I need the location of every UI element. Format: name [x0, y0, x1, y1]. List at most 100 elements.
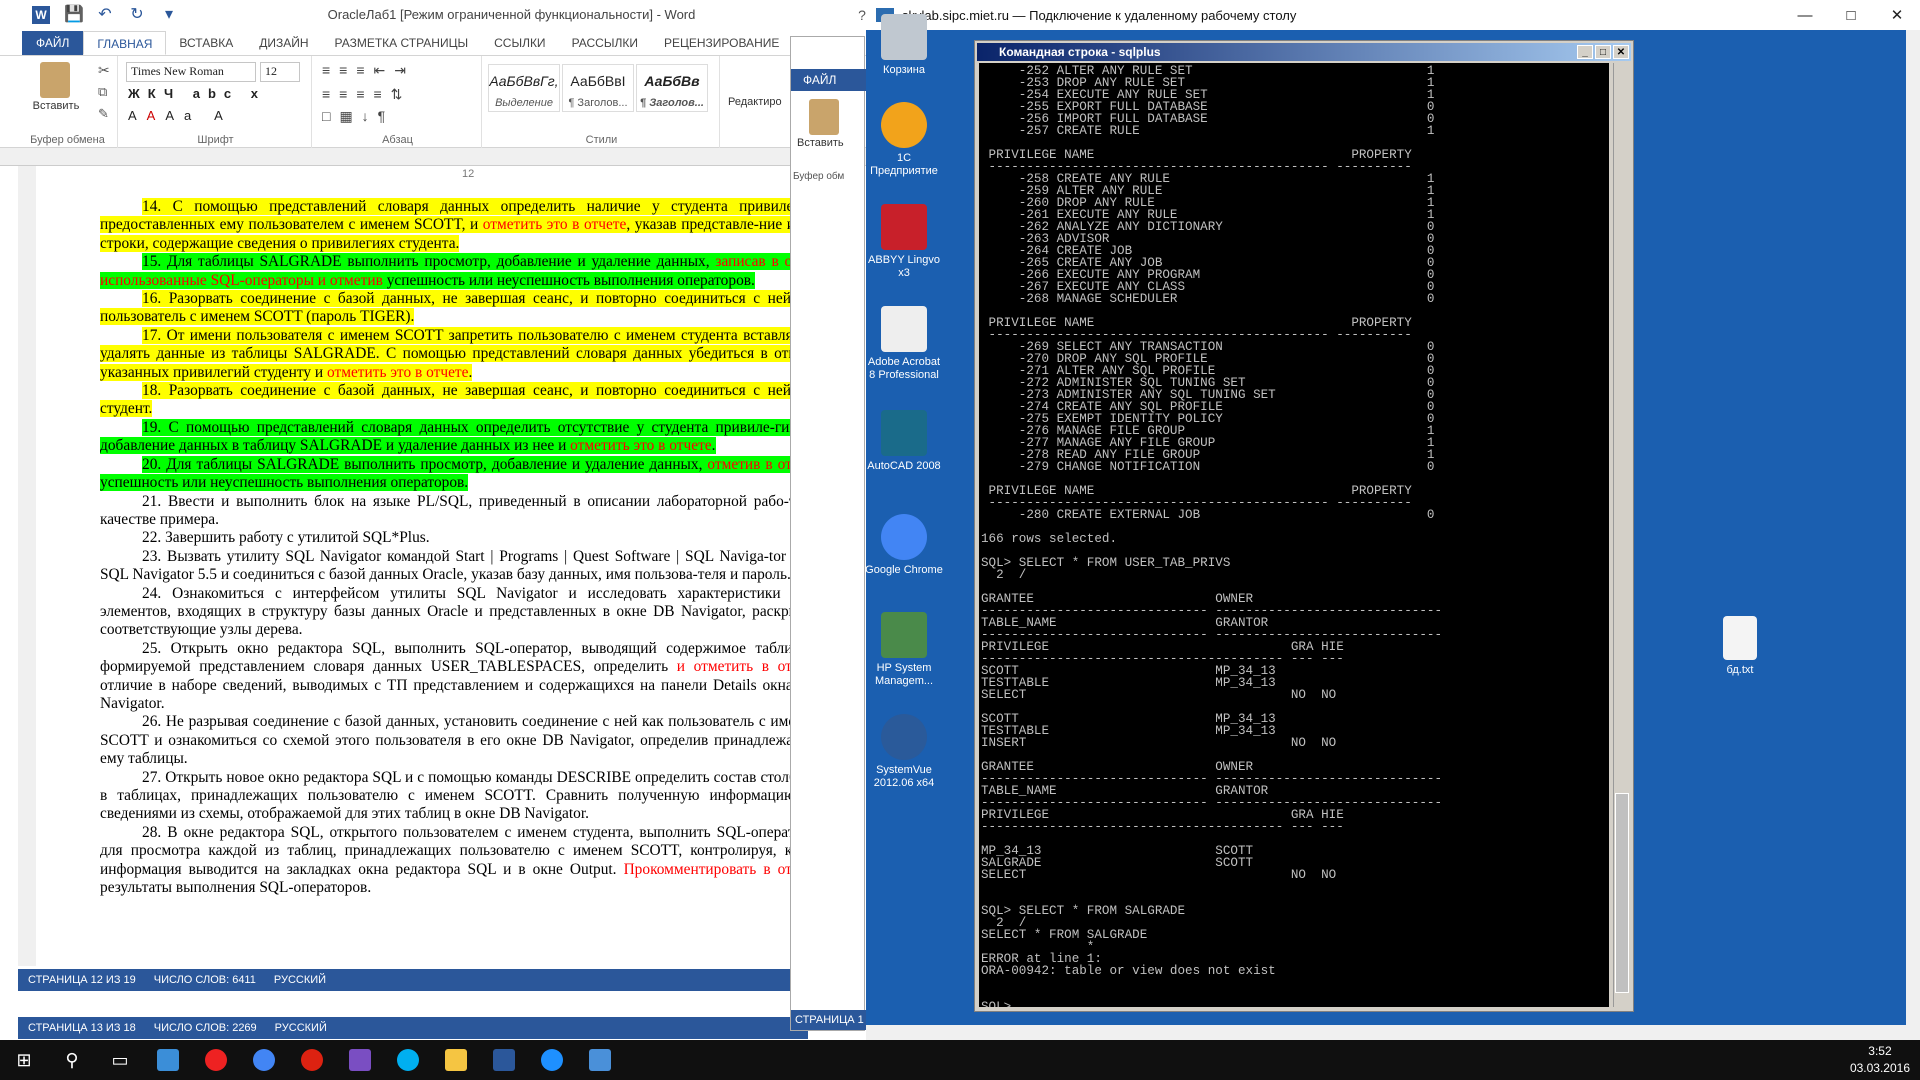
text-run: 16. Разорвать соединение с базой данных,… [100, 290, 806, 326]
chrome-icon [881, 514, 927, 560]
close-button[interactable]: ✕ [1613, 45, 1629, 59]
text-run: успешность или неуспешность выполнения о… [100, 474, 469, 492]
console-text: -252 ALTER ANY RULE SET 1 -253 DROP ANY … [981, 64, 1443, 1007]
desktop-icon[interactable]: Adobe Acrobat 8 Professional [864, 306, 944, 382]
desktop-icon[interactable]: SystemVue 2012.06 x64 [864, 714, 944, 790]
tab-review[interactable]: РЕЦЕНЗИРОВАНИЕ [651, 31, 792, 55]
document-body[interactable]: 14. С помощью представлений словаря данн… [100, 198, 806, 897]
style-heading1[interactable]: АаБбВвI ¶ Заголов... [562, 64, 634, 112]
tab-file-2[interactable]: ФАЙЛ [791, 69, 866, 91]
align-buttons[interactable]: ≡≡≡≡⇅ [322, 86, 411, 103]
tab-home[interactable]: ГЛАВНАЯ [83, 31, 167, 55]
opera-icon[interactable] [288, 1040, 336, 1080]
font-format-buttons[interactable]: ЖКЧ abc x [128, 86, 266, 101]
visual-studio-icon[interactable] [336, 1040, 384, 1080]
scrollbar-thumb[interactable] [1615, 793, 1629, 993]
desktop-file-icon[interactable]: бд.txt [1700, 616, 1780, 677]
desktop-icon[interactable]: ABBYY Lingvo x3 [864, 204, 944, 280]
desktop-icon[interactable]: AutoCAD 2008 [864, 410, 944, 473]
cmd-titlebar: Командная строка - sqlplus _ □ ✕ [977, 43, 1631, 61]
desktop-icon[interactable]: HP System Managem... [864, 612, 944, 688]
font-size-select[interactable]: 12 [260, 62, 300, 82]
tab-mailings[interactable]: РАССЫЛКИ [559, 31, 651, 55]
remote-desktop-window: skylab.sipc.miet.ru — Подключение к удал… [864, 0, 1920, 1040]
style-name: ¶ Заголов... [640, 97, 704, 109]
copy-icon[interactable]: ⧉ [98, 84, 107, 100]
tab-insert[interactable]: ВСТАВКА [166, 31, 246, 55]
maximize-button[interactable]: □ [1595, 45, 1611, 59]
rdp-horizontal-scrollbar[interactable] [866, 1025, 1906, 1040]
styles-group: АаБбВвГг, Выделение АаБбВвI ¶ Заголов... А… [484, 56, 720, 148]
tab-layout[interactable]: РАЗМЕТКА СТРАНИЦЫ [322, 31, 482, 55]
cut-icon[interactable]: ✂ [98, 62, 110, 79]
word-window-2[interactable]: ФАЙЛ Вставить Буфер обм СТРАНИЦА 1 [790, 36, 866, 1031]
border-buttons[interactable]: □▦↓¶ [322, 108, 394, 125]
tab-design[interactable]: ДИЗАЙН [246, 31, 321, 55]
paragraph-group-label: Абзац [382, 134, 413, 146]
chrome-icon[interactable] [240, 1040, 288, 1080]
editing-button[interactable]: Редактиро [728, 96, 782, 108]
command-prompt-window[interactable]: Командная строка - sqlplus _ □ ✕ -252 AL… [974, 40, 1634, 1012]
text-run: 18. Разорвать соединение с базой данных,… [100, 382, 806, 418]
paragraph-20: 20. Для таблицы SALGRADE выполнить просм… [100, 455, 806, 493]
status-page[interactable]: СТРАНИЦА 12 ИЗ 19 [28, 974, 136, 986]
task-view-icon[interactable]: ▭ [96, 1040, 144, 1080]
paste-icon[interactable] [40, 62, 70, 98]
search-icon[interactable]: ⚲ [48, 1040, 96, 1080]
edge-icon[interactable] [528, 1040, 576, 1080]
remote-desktop-icon[interactable] [576, 1040, 624, 1080]
paragraph-27: 27. Открыть новое окно редактора SQL и с… [100, 768, 806, 823]
paragraph-14: 14. С помощью представлений словаря данн… [100, 198, 806, 253]
style-heading2[interactable]: АаБбВв ¶ Заголов... [636, 64, 708, 112]
console-output[interactable]: -252 ALTER ANY RULE SET 1 -253 DROP ANY … [979, 63, 1609, 1007]
status-page[interactable]: СТРАНИЦА 13 ИЗ 18 [28, 1022, 136, 1034]
start-button[interactable]: ⊞ [0, 1040, 48, 1080]
store-icon[interactable] [144, 1040, 192, 1080]
tab-file[interactable]: ФАЙЛ [22, 31, 84, 55]
paragraph-24: 24. Ознакомиться с интерфейсом утилиты S… [100, 584, 806, 639]
close-button[interactable]: ✕ [1874, 0, 1920, 30]
maximize-button[interactable]: □ [1828, 0, 1874, 30]
text-run: 20. Для таблицы SALGRADE выполнить просм… [142, 455, 708, 473]
paragraph-16: 16. Разорвать соединение с базой данных,… [100, 290, 806, 327]
tab-references[interactable]: ССЫЛКИ [481, 31, 558, 55]
style-emphasis[interactable]: АаБбВвГг, Выделение [488, 64, 560, 112]
paste-button[interactable]: Вставить [26, 100, 86, 112]
desktop-icon[interactable]: 1С Предприятие [864, 102, 944, 178]
font-color-buttons[interactable]: AAAa A [128, 108, 233, 123]
cmd-window-controls: _ □ ✕ [1577, 45, 1629, 59]
minimize-button[interactable]: _ [1577, 45, 1593, 59]
rdp-window-controls: — □ ✕ [1782, 0, 1920, 30]
paragraph-25: 25. Открыть окно редактора SQL, выполнит… [100, 640, 806, 714]
paste-button-2[interactable]: Вставить [797, 137, 844, 149]
status-language[interactable]: РУССКИЙ [274, 974, 326, 986]
document-page[interactable]: 14. С помощью представлений словаря данн… [36, 166, 806, 966]
rdp-vertical-scrollbar[interactable] [1906, 30, 1920, 1040]
text-file-icon [1723, 616, 1757, 660]
word-icon[interactable] [480, 1040, 528, 1080]
list-buttons[interactable]: ≡≡≡⇤⇥ [322, 62, 415, 79]
skype-icon[interactable] [384, 1040, 432, 1080]
clock-date: 03.03.2016 [1849, 1061, 1910, 1075]
word-status-bar-2: СТРАНИЦА 13 ИЗ 18 ЧИСЛО СЛОВ: 2269 РУССК… [18, 1017, 808, 1039]
autocad-icon [881, 410, 927, 456]
file-explorer-icon[interactable] [432, 1040, 480, 1080]
desktop-icon[interactable]: Google Chrome [864, 514, 944, 577]
paragraph-21: 21. Ввести и выполнить блок на языке PL/… [100, 492, 806, 528]
status-words[interactable]: ЧИСЛО СЛОВ: 2269 [154, 1022, 257, 1034]
yandex-browser-icon[interactable] [192, 1040, 240, 1080]
paragraph-15: 15. Для таблицы SALGRADE выполнить просм… [100, 253, 806, 290]
desktop-icon[interactable]: Корзина [864, 14, 944, 77]
status-language[interactable]: РУССКИЙ [275, 1022, 327, 1034]
system-clock[interactable]: 3:52 03.03.2016 [1850, 1043, 1910, 1077]
font-name-select[interactable]: Times New Roman [126, 62, 256, 82]
format-painter-icon[interactable]: ✎ [98, 106, 109, 122]
minimize-button[interactable]: — [1782, 0, 1828, 30]
style-sample: АаБбВвГг, [489, 73, 559, 89]
clock-time: 3:52 [1868, 1044, 1892, 1058]
paste-icon[interactable] [809, 99, 839, 135]
style-name: Выделение [495, 97, 553, 109]
paragraph-19: 19. С помощью представлений словаря данн… [100, 418, 806, 456]
status-words[interactable]: ЧИСЛО СЛОВ: 6411 [154, 974, 256, 986]
console-scrollbar[interactable] [1613, 63, 1629, 1007]
